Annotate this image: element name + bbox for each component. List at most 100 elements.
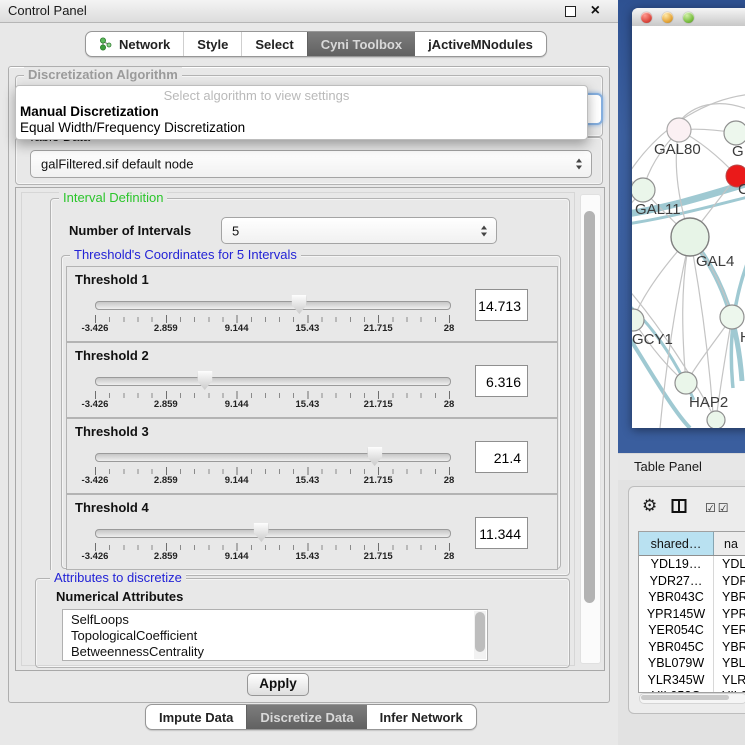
apply-button[interactable]: Apply — [247, 673, 309, 696]
panel-scrollbar[interactable] — [580, 194, 601, 664]
table-row[interactable]: YBR045CYBR0 — [639, 639, 745, 656]
threshold-2-slider[interactable] — [95, 371, 449, 391]
slider-track[interactable] — [95, 529, 451, 538]
node-top-right[interactable] — [724, 121, 745, 145]
cell[interactable]: YDL1 — [714, 556, 745, 573]
threshold-2-value-field[interactable]: 6.316 — [475, 365, 528, 397]
zoom-traffic-light-icon[interactable] — [683, 12, 694, 23]
threshold-3-value-field[interactable]: 21.4 — [475, 441, 528, 473]
close-traffic-light-icon[interactable] — [641, 12, 652, 23]
tab-style[interactable]: Style — [183, 32, 241, 56]
cyni-mode-tabbar: Impute Data Discretize Data Infer Networ… — [145, 704, 477, 730]
cell[interactable]: YDR2 — [714, 573, 745, 590]
scrollbar-thumb[interactable] — [584, 211, 595, 603]
node-gcy1[interactable] — [632, 309, 644, 331]
dropdown-option-manual-discretization[interactable]: Manual Discretization — [20, 104, 159, 119]
numerical-attributes-label: Numerical Attributes — [56, 589, 183, 604]
table-row[interactable]: YER054CYER0 — [639, 622, 745, 639]
list-scrollbar[interactable] — [474, 611, 486, 659]
tab-impute-data[interactable]: Impute Data — [146, 705, 246, 729]
tab-network[interactable]: Network — [86, 32, 183, 56]
axis-tick-label: 21.715 — [364, 551, 393, 562]
close-icon[interactable]: × — [591, 0, 600, 22]
threshold-1-slider[interactable] — [95, 295, 449, 315]
cell[interactable]: YPR1 — [714, 606, 745, 623]
axis-tick-label: 15.43 — [296, 551, 320, 562]
table-row[interactable]: YDL19…YDL1 — [639, 556, 745, 573]
network-window-titlebar[interactable] — [632, 8, 745, 27]
cell[interactable]: YBR0 — [714, 639, 745, 656]
tab-discretize-data[interactable]: Discretize Data — [246, 705, 366, 729]
slider-thumb[interactable] — [367, 447, 382, 466]
slider-major-ticks — [95, 543, 450, 551]
interval-definition-group: Interval Definition Number of Intervals … — [50, 198, 570, 576]
table-row[interactable]: YDR27…YDR2 — [639, 573, 745, 590]
cell[interactable]: YBL0 — [714, 655, 745, 672]
tab-jactivemnodules[interactable]: jActiveMNodules — [415, 32, 546, 56]
table-data-combobox[interactable]: galFiltered.sif default node — [30, 150, 592, 178]
threshold-4-slider[interactable] — [95, 523, 449, 543]
node-attribute-table[interactable]: shared… na YDL19…YDL1 YDR27…YDR2 YBR043C… — [638, 531, 745, 693]
network-canvas[interactable]: GAL80 G C GAL11 GAL4 GCY1 H HAP2 — [632, 26, 745, 428]
network-graph: GAL80 G C GAL11 GAL4 GCY1 H HAP2 — [632, 26, 745, 428]
slider-thumb[interactable] — [197, 371, 212, 390]
scrollbar-thumb[interactable] — [641, 695, 729, 700]
table-row[interactable]: YBL079WYBL0 — [639, 655, 745, 672]
number-of-intervals-combobox[interactable]: 5 — [221, 217, 497, 244]
cell[interactable]: YLR345W — [639, 672, 714, 689]
list-item[interactable]: BetweennessCentrality — [63, 644, 487, 660]
axis-tick-label: 15.43 — [296, 399, 320, 410]
cell[interactable]: YDR27… — [639, 573, 714, 590]
cell[interactable]: YLR3 — [714, 672, 745, 689]
slider-track[interactable] — [95, 377, 451, 386]
axis-tick-label: 2.859 — [154, 475, 178, 486]
column-header-name[interactable]: na — [714, 532, 745, 555]
table-row[interactable]: YLR345WYLR3 — [639, 672, 745, 689]
node-gal11[interactable] — [632, 178, 655, 202]
tab-infer-network[interactable]: Infer Network — [367, 705, 476, 729]
cell[interactable]: YBL079W — [639, 655, 714, 672]
dropdown-option-equal-width-frequency[interactable]: Equal Width/Frequency Discretization — [20, 120, 245, 135]
list-item[interactable]: SelfLoops — [63, 610, 487, 628]
cell[interactable]: YER054C — [639, 622, 714, 639]
slider-thumb[interactable] — [254, 523, 269, 542]
slider-thumb[interactable] — [292, 295, 307, 314]
table-row[interactable]: YBR043CYBR0 — [639, 589, 745, 606]
tab-cyni-toolbox[interactable]: Cyni Toolbox — [307, 32, 415, 56]
group-title: Threshold's Coordinates for 5 Intervals — [70, 247, 301, 262]
threshold-label: Threshold 4 — [75, 500, 149, 515]
split-columns-icon[interactable] — [671, 498, 688, 520]
slider-track[interactable] — [95, 453, 451, 462]
node-gal4[interactable] — [671, 218, 709, 256]
panel-title: Control Panel — [8, 3, 87, 18]
node-gal80[interactable] — [667, 118, 691, 142]
column-header-shared-name[interactable]: shared… — [639, 532, 714, 555]
tab-select[interactable]: Select — [241, 32, 306, 56]
numerical-attributes-list[interactable]: SelfLoops TopologicalCoefficient Between… — [62, 609, 488, 661]
cell[interactable]: YBR043C — [639, 589, 714, 606]
node-partial[interactable] — [707, 411, 725, 428]
checkbox-icons[interactable]: ☑☑ — [705, 501, 731, 515]
cell[interactable]: YPR145W — [639, 606, 714, 623]
threshold-1-value-field[interactable]: 14.713 — [475, 289, 528, 321]
node-label: C — [738, 181, 745, 198]
cell[interactable]: YER0 — [714, 622, 745, 639]
threshold-3-slider[interactable] — [95, 447, 449, 467]
table-horizontal-scrollbar[interactable] — [639, 693, 745, 704]
list-item[interactable]: TopologicalCoefficient — [63, 628, 487, 644]
cell[interactable]: YBR045C — [639, 639, 714, 656]
axis-tick-label: -3.426 — [82, 551, 109, 562]
node-hap2[interactable] — [675, 372, 697, 394]
tab-label: jActiveMNodules — [428, 37, 533, 52]
cell[interactable]: YDL19… — [639, 556, 714, 573]
minimize-traffic-light-icon[interactable] — [662, 12, 673, 23]
table-row[interactable]: YPR145WYPR1 — [639, 606, 745, 623]
gear-icon[interactable]: ⚙ — [642, 496, 657, 516]
slider-track[interactable] — [95, 301, 451, 310]
cell[interactable]: YBR0 — [714, 589, 745, 606]
node-h[interactable] — [720, 305, 744, 329]
threshold-4-value-field[interactable]: 11.344 — [475, 517, 528, 549]
threshold-1-panel: Threshold 1 -3.426 2.859 9.144 15.43 — [66, 266, 558, 342]
float-window-icon[interactable] — [565, 6, 576, 17]
network-view-window[interactable]: GAL80 G C GAL11 GAL4 GCY1 H HAP2 — [632, 8, 745, 428]
